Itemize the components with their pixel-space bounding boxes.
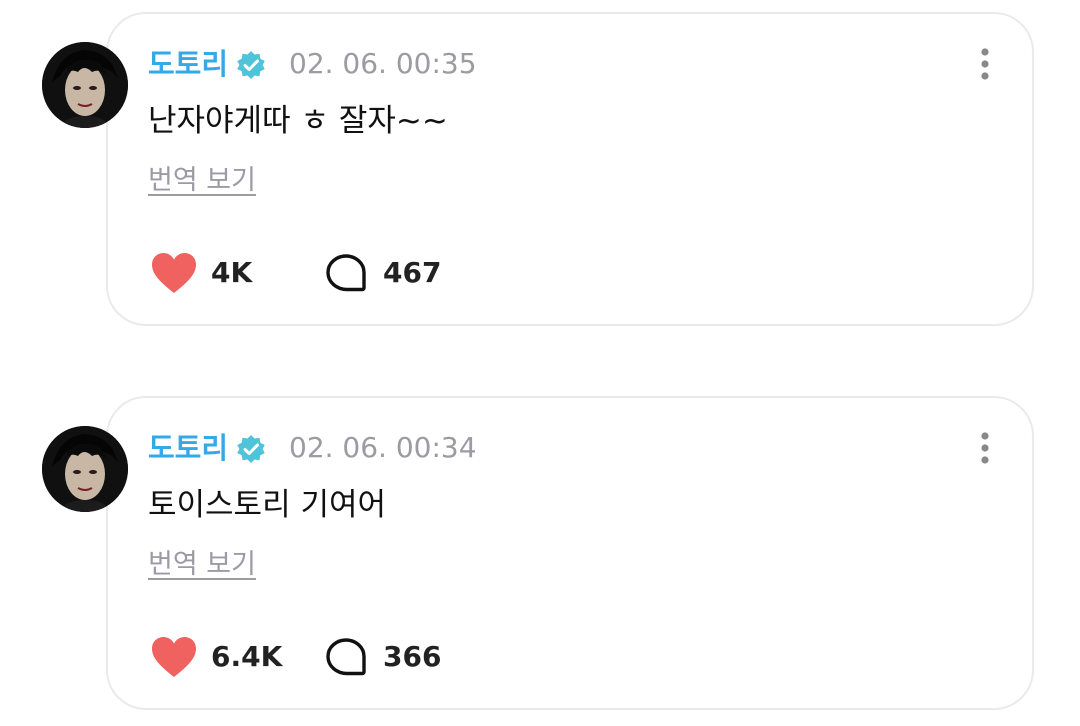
verified-badge-icon [236,434,266,464]
comment-bubble-icon[interactable] [324,253,368,295]
heart-icon[interactable] [150,635,198,679]
more-vertical-icon[interactable] [974,428,996,468]
like-count: 4K [211,256,253,289]
avatar[interactable] [42,42,128,128]
more-vertical-icon[interactable] [974,44,996,84]
comment-count: 467 [383,256,442,289]
translate-link[interactable]: 번역 보기 [148,162,256,200]
heart-icon[interactable] [150,251,198,295]
post-content: 난자야게따 ㅎ 잘자~~ [148,103,448,139]
post-card: 도토리 02. 06. 00:35 난자야게따 ㅎ 잘자~~ 번역 보기 4K … [0,0,1080,330]
translate-link[interactable]: 번역 보기 [148,546,256,584]
post-timestamp: 02. 06. 00:34 [289,431,477,464]
post-timestamp: 02. 06. 00:35 [289,47,477,80]
author-name[interactable]: 도토리 [148,44,228,84]
verified-badge-icon [236,50,266,80]
post-content: 토이스토리 기여어 [148,487,387,523]
like-count: 6.4K [211,640,283,673]
post-card: 도토리 02. 06. 00:34 토이스토리 기여어 번역 보기 6.4K 3… [0,384,1080,714]
comment-count: 366 [383,640,442,673]
comment-bubble-icon[interactable] [324,637,368,679]
avatar[interactable] [42,426,128,512]
author-name[interactable]: 도토리 [148,428,228,468]
